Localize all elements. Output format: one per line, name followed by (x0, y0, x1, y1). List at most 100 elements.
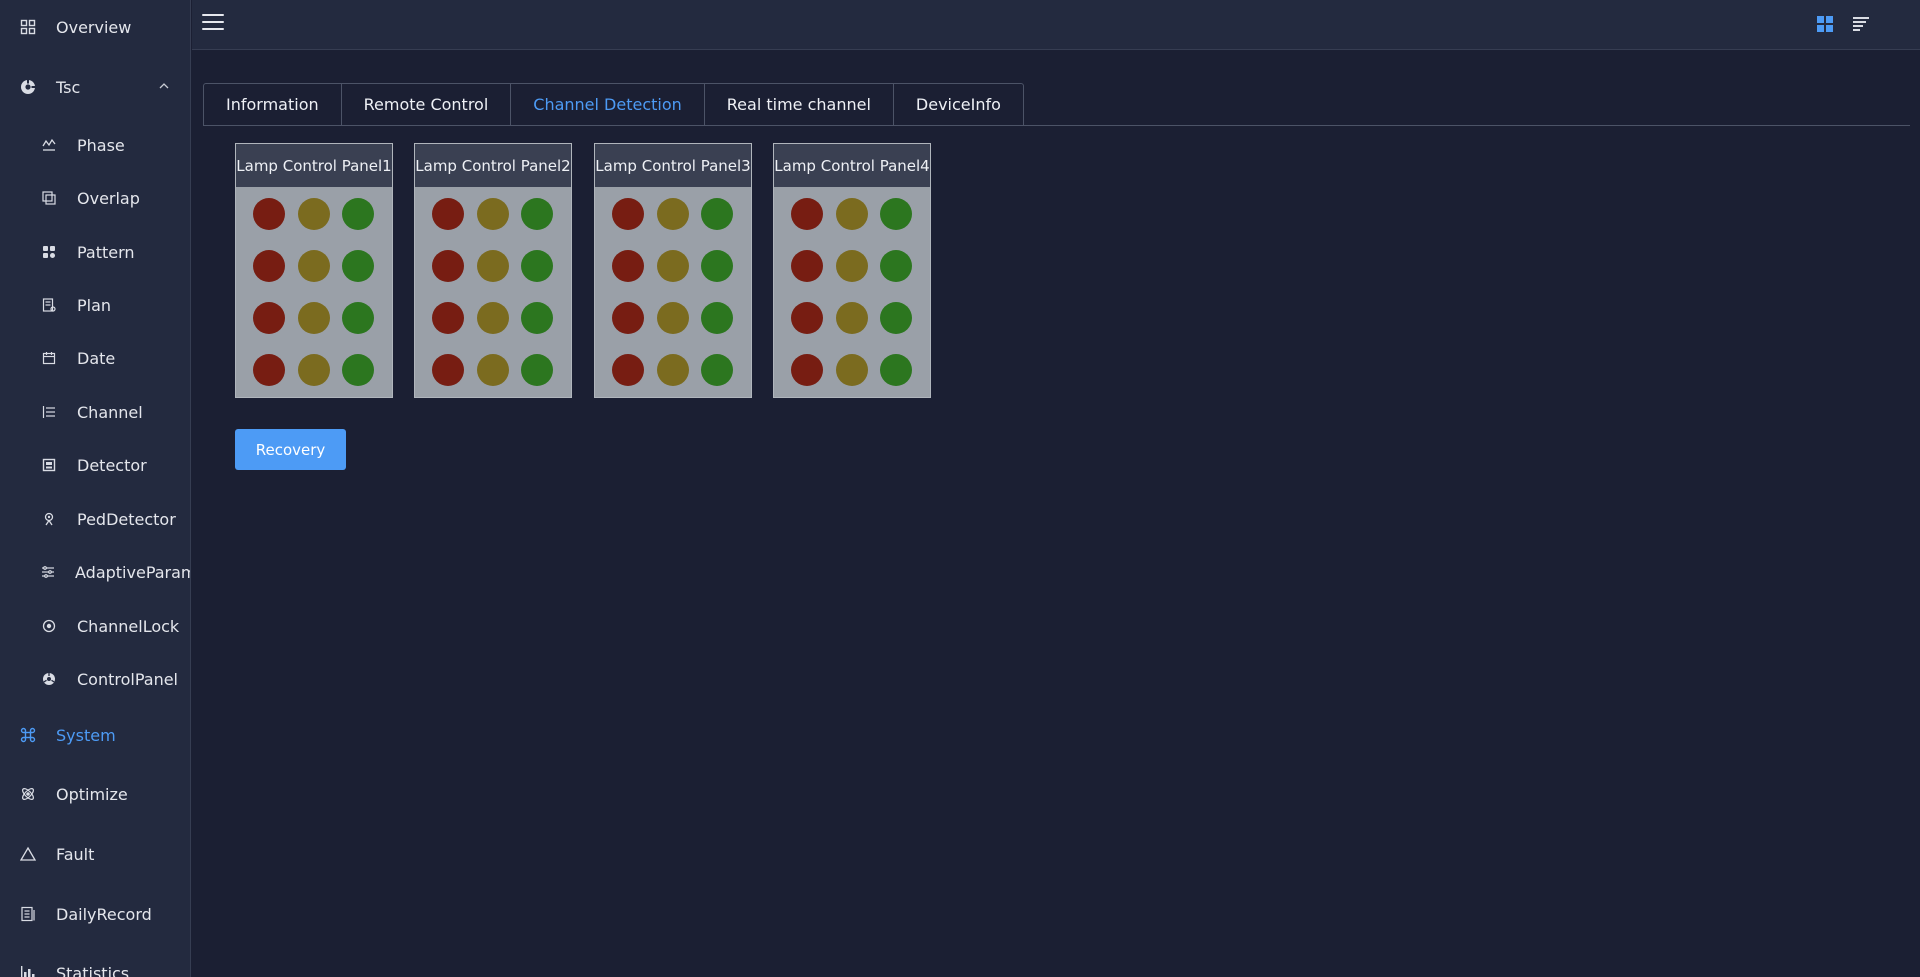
sidebar-item-system[interactable]: System (0, 715, 190, 755)
green-lamp (701, 302, 733, 334)
green-lamp (880, 250, 912, 282)
sidebar-item-plan[interactable]: Plan (0, 285, 190, 325)
tsc-icon (19, 78, 37, 96)
tab-deviceinfo[interactable]: DeviceInfo (893, 83, 1024, 126)
red-lamp (612, 198, 644, 230)
grid-icon (19, 18, 37, 36)
sidebar-item-label: PedDetector (77, 509, 176, 529)
sidebar-item-peddetector[interactable]: PedDetector (0, 499, 190, 539)
sidebar-item-channellock[interactable]: ChannelLock (0, 606, 190, 646)
red-lamp (432, 354, 464, 386)
red-lamp (253, 250, 285, 282)
lamp-control-panel: Lamp Control Panel3 (594, 143, 752, 398)
red-lamp (791, 354, 823, 386)
sidebar-item-label: AdaptiveParameter (75, 562, 190, 582)
green-lamp (521, 198, 553, 230)
sidebar-item-label: DailyRecord (56, 904, 152, 924)
warning-icon (19, 845, 37, 863)
sidebar-item-statistics[interactable]: Statistics (0, 953, 190, 977)
sidebar-item-optimize[interactable]: Optimize (0, 774, 190, 814)
yellow-lamp (836, 198, 868, 230)
phase-icon (41, 137, 57, 153)
sidebar-item-detector[interactable]: Detector (0, 445, 190, 485)
sidebar-item-label: ControlPanel (77, 669, 178, 689)
sidebar-item-label: Tsc (56, 77, 81, 97)
green-lamp (521, 250, 553, 282)
green-lamp (701, 198, 733, 230)
command-icon (19, 726, 37, 744)
tab-remote-control[interactable]: Remote Control (341, 83, 512, 126)
yellow-lamp (477, 354, 509, 386)
chevron-up-icon[interactable] (159, 81, 169, 91)
yellow-lamp (657, 250, 689, 282)
green-lamp (521, 354, 553, 386)
dashboard-icon[interactable] (1815, 14, 1835, 34)
green-lamp (880, 302, 912, 334)
hamburger-icon[interactable] (202, 14, 224, 34)
sidebar-item-label: Date (77, 348, 116, 368)
sidebar-item-phase[interactable]: Phase (0, 125, 190, 165)
overlap-icon (41, 190, 57, 206)
sidebar-item-channel[interactable]: Channel (0, 392, 190, 432)
tab-channel-detection[interactable]: Channel Detection (511, 83, 705, 126)
sidebar-item-label: Fault (56, 844, 95, 864)
control-panel-icon (41, 671, 57, 687)
red-lamp (432, 198, 464, 230)
top-header (192, 0, 1920, 50)
red-lamp (791, 302, 823, 334)
panel-title: Lamp Control Panel3 (595, 144, 751, 187)
plan-icon (41, 297, 57, 313)
tab-real-time-channel[interactable]: Real time channel (704, 83, 894, 126)
sidebar-item-label: Plan (77, 295, 112, 315)
yellow-lamp (298, 354, 330, 386)
red-lamp (612, 354, 644, 386)
green-lamp (701, 354, 733, 386)
tab-divider (203, 125, 1910, 126)
sidebar-item-controlpanel[interactable]: ControlPanel (0, 659, 190, 699)
pattern-icon (41, 244, 57, 260)
sidebar-item-label: Channel (77, 402, 143, 422)
green-lamp (342, 250, 374, 282)
tab-information[interactable]: Information (203, 83, 342, 126)
sidebar-item-tsc[interactable]: Tsc (0, 67, 190, 107)
calendar-icon (41, 350, 57, 366)
sidebar-item-label: System (56, 725, 116, 745)
sidebar-item-label: Statistics (56, 963, 130, 977)
sidebar-item-label: ChannelLock (77, 616, 180, 636)
sidebar-item-date[interactable]: Date (0, 338, 190, 378)
sidebar-item-label: Optimize (56, 784, 128, 804)
sidebar-item-pattern[interactable]: Pattern (0, 232, 190, 272)
record-icon (19, 905, 37, 923)
green-lamp (880, 354, 912, 386)
sidebar-item-label: Pattern (77, 242, 135, 262)
sidebar-item-overview[interactable]: Overview (0, 7, 190, 47)
yellow-lamp (477, 198, 509, 230)
red-lamp (791, 198, 823, 230)
sidebar-item-dailyrecord[interactable]: DailyRecord (0, 894, 190, 934)
sort-icon[interactable] (1851, 14, 1871, 34)
sidebar-item-label: Overview (56, 17, 132, 37)
red-lamp (432, 302, 464, 334)
recovery-button[interactable]: Recovery (235, 429, 346, 470)
sidebar-item-overlap[interactable]: Overlap (0, 178, 190, 218)
sidebar-item-adaptiveparameter[interactable]: AdaptiveParameter (0, 552, 190, 592)
red-lamp (791, 250, 823, 282)
sliders-icon (41, 564, 55, 580)
sidebar-item-label: Overlap (77, 188, 140, 208)
panel-title: Lamp Control Panel2 (415, 144, 571, 187)
red-lamp (612, 250, 644, 282)
yellow-lamp (298, 198, 330, 230)
lamp-control-panel: Lamp Control Panel2 (414, 143, 572, 398)
sidebar: Overview Tsc Phase Overlap Pattern Plan … (0, 0, 191, 977)
pedestrian-icon (41, 511, 57, 527)
atom-icon (19, 785, 37, 803)
lamp-control-panel: Lamp Control Panel1 (235, 143, 393, 398)
red-lamp (253, 198, 285, 230)
sidebar-item-fault[interactable]: Fault (0, 834, 190, 874)
tab-bar: Information Remote Control Channel Detec… (203, 83, 1024, 126)
yellow-lamp (836, 354, 868, 386)
lamp-control-panel: Lamp Control Panel4 (773, 143, 931, 398)
yellow-lamp (836, 302, 868, 334)
panel-title: Lamp Control Panel1 (236, 144, 392, 187)
detector-icon (41, 457, 57, 473)
